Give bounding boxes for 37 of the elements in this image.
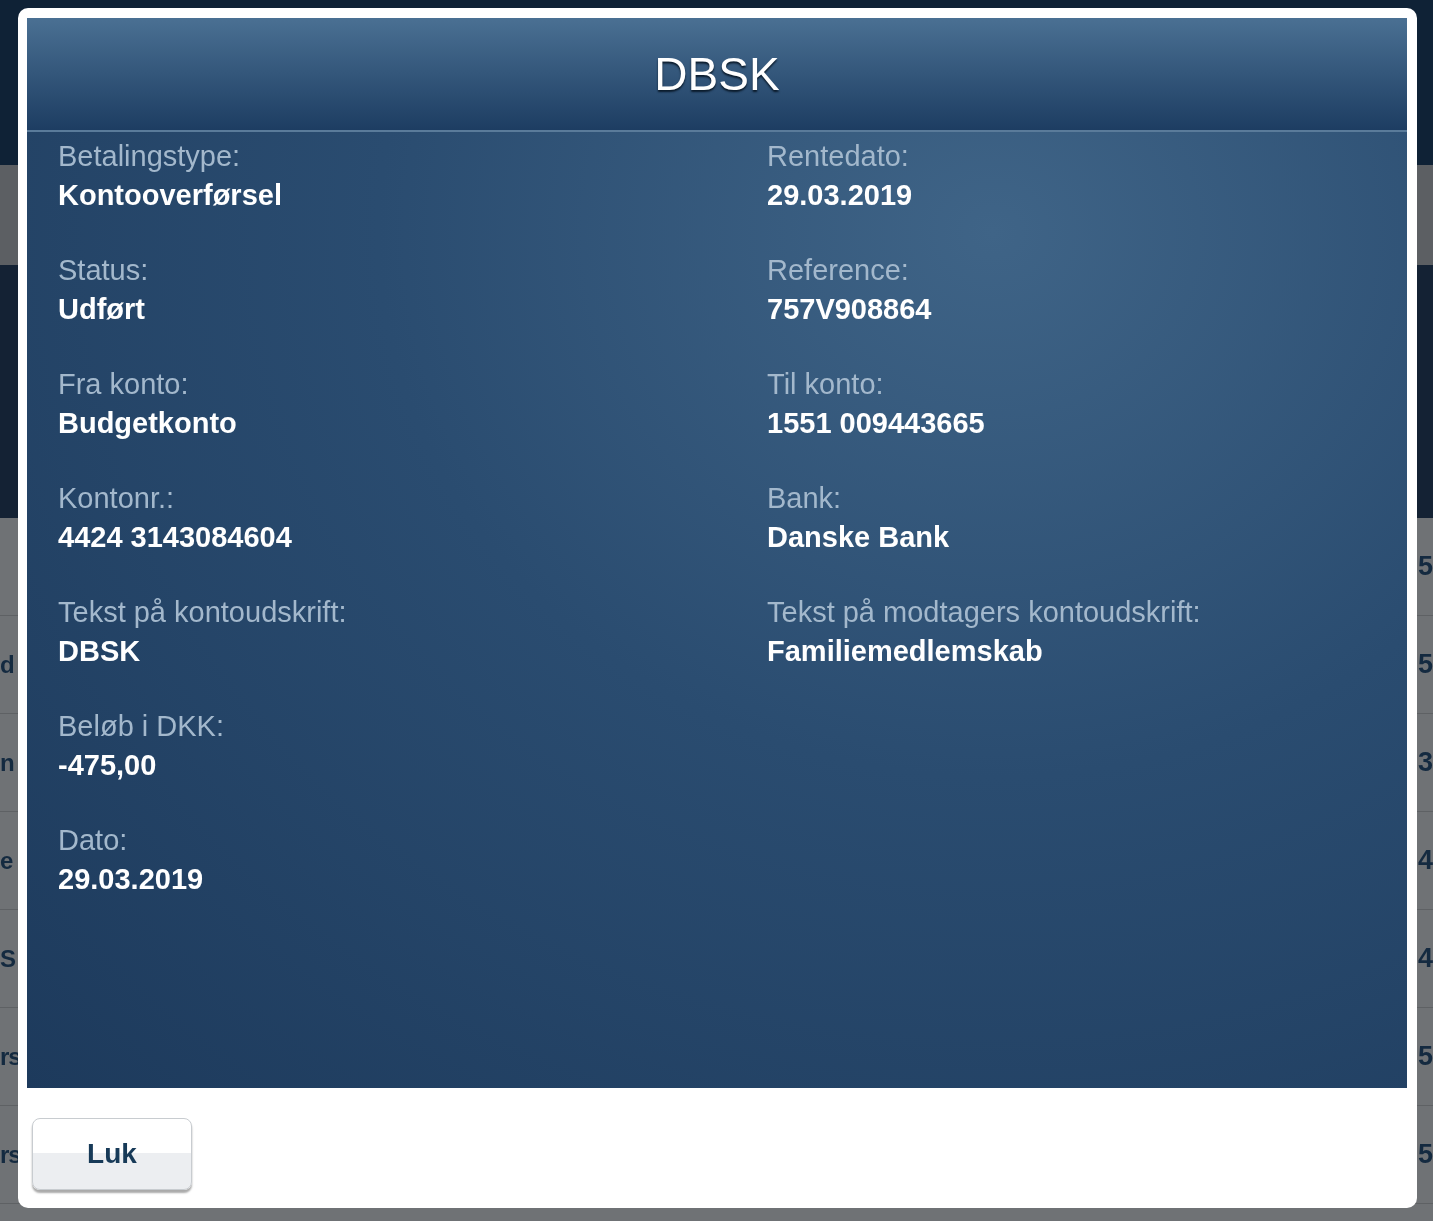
list-row-text: S (0, 946, 16, 971)
list-row-text: d (0, 652, 15, 677)
field-value: Familiemedlemskab (767, 635, 1044, 668)
field-label: Fra konto: (58, 368, 190, 401)
field-value: Budgetkonto (58, 407, 238, 440)
list-row-amount: 5 (1418, 1043, 1433, 1070)
field-label: Betalingstype: (58, 140, 242, 173)
field-value: 29.03.2019 (58, 863, 205, 896)
field-value: 29.03.2019 (767, 179, 914, 212)
field-label: Kontonr.: (58, 482, 176, 515)
field-value: -475,00 (58, 749, 158, 782)
field-label: Bank: (767, 482, 843, 515)
list-row-amount: 5 (1418, 651, 1433, 678)
field-value: Udført (58, 293, 146, 326)
list-row-amount: 4 (1418, 945, 1433, 972)
close-button[interactable]: Luk (32, 1118, 192, 1190)
list-row-text: n (0, 750, 15, 775)
dialog-title: DBSK (654, 47, 780, 101)
field-value: DBSK (58, 635, 142, 668)
list-row-amount: 3 (1418, 749, 1433, 776)
field-value: 1551 009443665 (767, 407, 986, 440)
field-label: Tekst på kontoudskrift: (58, 596, 348, 629)
field-label: Dato: (58, 824, 129, 857)
list-row-amount: 5 (1418, 1141, 1433, 1168)
list-row-amount: 5 (1418, 553, 1433, 580)
field-value: 757V908864 (767, 293, 933, 326)
field-value: Kontooverførsel (58, 179, 283, 212)
field-label: Tekst på modtagers kontoudskrift: (767, 596, 1202, 629)
field-label: Beløb i DKK: (58, 710, 225, 743)
list-row-amount: 4 (1418, 847, 1433, 874)
field-value: 4424 3143084604 (58, 521, 293, 554)
field-label: Rentedato: (767, 140, 910, 173)
field-value: Danske Bank (767, 521, 951, 554)
field-label: Til konto: (767, 368, 885, 401)
field-label: Reference: (767, 254, 910, 287)
field-label: Status: (58, 254, 150, 287)
list-row-text: e (0, 848, 14, 873)
